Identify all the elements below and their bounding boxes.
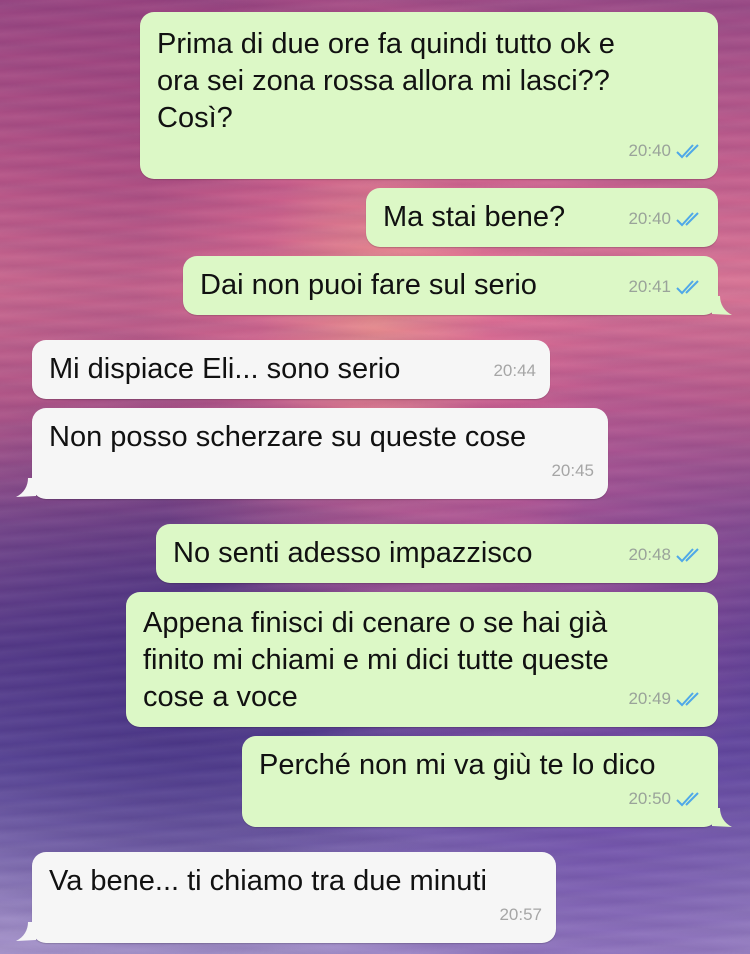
message-text: Non posso scherzare su queste cose [49,421,527,453]
incoming-message-bubble[interactable]: Mi dispiace Eli... sono serio 20:44 [32,340,550,399]
bubble-tail-icon [712,808,732,827]
double-check-icon [676,791,699,806]
message-text: Va bene... ti chiamo tra due minuti [49,865,487,897]
message-time: 20:50 [628,789,671,808]
message-meta: 20:57 [499,896,542,933]
double-check-icon [676,547,699,562]
double-check-icon [676,211,699,226]
message-text: No senti adesso impazzisco [173,537,533,569]
incoming-message-bubble[interactable]: Va bene... ti chiamo tra due minuti 20:5… [32,852,556,943]
chat-message-list[interactable]: Prima di due ore fa quindi tutto ok e or… [0,0,750,954]
message-text: Perché non mi va giù te lo dico [259,749,656,781]
message-time: 20:44 [493,361,536,380]
message-meta: 20:40 [628,132,704,169]
message-time: 20:49 [628,689,671,708]
message-meta: 20:41 [628,268,704,305]
outgoing-message-bubble[interactable]: Prima di due ore fa quindi tutto ok e or… [140,12,718,179]
message-meta: 20:45 [551,452,594,489]
outgoing-message-bubble[interactable]: Ma stai bene? 20:40 [366,188,718,247]
message-meta: 20:49 [628,680,704,717]
message-time: 20:41 [628,277,671,296]
bubble-tail-icon [16,922,36,941]
double-check-icon [676,143,699,158]
message-text: Ma stai bene? [383,201,566,233]
message-meta: 20:50 [628,780,704,817]
message-time: 20:40 [628,209,671,228]
message-text: Prima di due ore fa quindi tutto ok e or… [157,28,615,134]
double-check-icon [676,691,699,706]
message-meta: 20:44 [493,352,536,389]
message-time: 20:48 [628,545,671,564]
outgoing-message-bubble[interactable]: No senti adesso impazzisco 20:48 [156,524,718,583]
double-check-icon [676,279,699,294]
message-time: 20:45 [551,461,594,480]
message-time: 20:40 [628,141,671,160]
message-text: Appena finisci di cenare o se hai già fi… [143,607,609,713]
outgoing-message-bubble[interactable]: Appena finisci di cenare o se hai già fi… [126,592,718,727]
message-meta: 20:48 [628,536,704,573]
message-text: Mi dispiace Eli... sono serio [49,353,401,385]
outgoing-message-bubble[interactable]: Dai non puoi fare sul serio 20:41 [183,256,718,315]
incoming-message-bubble[interactable]: Non posso scherzare su queste cose 20:45 [32,408,608,499]
message-time: 20:57 [499,905,542,924]
message-meta: 20:40 [628,200,704,237]
outgoing-message-bubble[interactable]: Perché non mi va giù te lo dico 20:50 [242,736,718,827]
message-text: Dai non puoi fare sul serio [200,269,537,301]
bubble-tail-icon [712,296,732,315]
bubble-tail-icon [16,478,36,497]
